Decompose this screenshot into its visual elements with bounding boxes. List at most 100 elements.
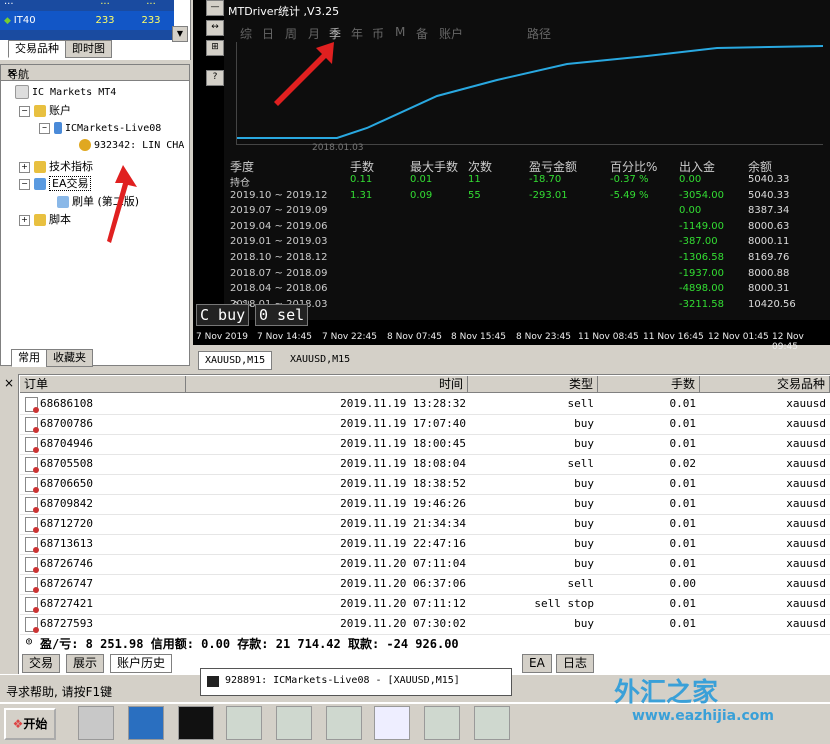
table-row[interactable]: 68727421 2019.11.20 07:11:12 sell stop 0.01… xyxy=(20,594,830,615)
cell-time: 2019.11.19 13:28:32 xyxy=(340,397,466,410)
tab-exposure[interactable]: 展示 xyxy=(66,654,105,673)
table-row[interactable]: 68686108 2019.11.19 13:28:32 sell 0.01 xauus… xyxy=(20,394,830,415)
mt4-icon[interactable] xyxy=(178,706,214,740)
powershell-icon[interactable] xyxy=(128,706,164,740)
table-row[interactable]: 68704946 2019.11.19 18:00:45 buy 0.01 xauusd xyxy=(20,434,830,455)
header-symbol[interactable]: 交易品种 xyxy=(700,376,830,393)
close-icon[interactable]: × xyxy=(7,66,186,79)
expand-icon[interactable]: + xyxy=(19,161,30,173)
total-flow: -3211.58 xyxy=(679,299,724,310)
market-watch-row[interactable]: ◆ IT40 233 233 xyxy=(0,11,188,30)
help-icon[interactable]: ? xyxy=(206,70,224,86)
toolbar-button[interactable]: ↔ xyxy=(206,20,224,36)
column-header: 盈亏金额 xyxy=(529,160,578,174)
header-lots[interactable]: 手数 xyxy=(598,376,700,393)
stats-cell: 55 xyxy=(468,189,481,201)
tab-journal[interactable]: 日志 xyxy=(556,654,595,673)
header-time[interactable]: 时间 xyxy=(186,376,468,393)
start-button[interactable]: ❖开始 xyxy=(4,708,56,740)
header-order[interactable]: 订单 xyxy=(20,376,186,393)
tab-favorites[interactable]: 收藏夹 xyxy=(46,349,93,367)
toolbar-button[interactable]: — xyxy=(206,0,224,16)
cell-type: sell stop xyxy=(534,597,594,610)
stats-cell: -3054.00 xyxy=(679,189,724,201)
cell-order: 68727421 xyxy=(40,597,93,610)
expand-icon[interactable]: + xyxy=(19,214,30,226)
tree-expert-advisors[interactable]: − EA交易 xyxy=(19,175,92,191)
collapse-icon[interactable]: − xyxy=(39,122,50,134)
stats-cell: 0.00 xyxy=(679,205,702,217)
collapse-icon[interactable]: − xyxy=(19,178,30,190)
taskbar-preview-popup[interactable]: 928891: ICMarkets-Live08 - [XAUUSD,M15] xyxy=(200,668,512,696)
user-icon xyxy=(79,139,91,151)
x-tick: 7 Nov 22:45 xyxy=(322,332,377,342)
summary-icon: ◎ xyxy=(26,636,33,647)
stats-cell: 10420.56 xyxy=(748,298,796,310)
tree-account-server[interactable]: − ICMarkets-Live08 xyxy=(39,122,161,134)
app-window-icon[interactable] xyxy=(326,706,362,740)
stats-cell: 0.11 xyxy=(350,174,373,185)
header-type[interactable]: 类型 xyxy=(468,376,598,393)
order-icon xyxy=(25,497,39,513)
cell-lots: 0.01 xyxy=(669,497,697,510)
tree-root[interactable]: IC Markets MT4 xyxy=(15,85,116,99)
table-row[interactable]: 68726747 2019.11.20 06:37:06 sell 0.00 xauus… xyxy=(20,574,830,595)
tab-account-history[interactable]: 账户历史 xyxy=(110,654,173,673)
stats-cell: 0.01 xyxy=(410,174,433,185)
table-row[interactable]: 68705508 2019.11.19 18:08:04 sell 0.02 xauus… xyxy=(20,454,830,475)
table-row[interactable]: 68709842 2019.11.19 19:46:26 buy 0.01 xauusd xyxy=(20,494,830,515)
table-row[interactable]: 68700786 2019.11.19 17:07:40 buy 0.01 xauusd xyxy=(20,414,830,435)
table-row[interactable]: 68727593 2019.11.20 07:30:02 buy 0.01 xauusd xyxy=(20,614,830,635)
period-tab[interactable]: 综 xyxy=(240,25,252,42)
stats-cell: 8387.34 xyxy=(748,205,790,217)
tree-indicators[interactable]: + 技术指标 xyxy=(19,158,93,174)
app-window-icon[interactable] xyxy=(374,706,410,740)
table-row[interactable]: 68706650 2019.11.19 18:38:52 buy 0.01 xauusd xyxy=(20,474,830,495)
market-watch-row[interactable]: ... ... ... xyxy=(0,0,188,11)
chart-tab-active[interactable]: XAUUSD,M15 xyxy=(198,351,273,370)
period-tab[interactable]: 备 xyxy=(416,25,428,42)
cell-lots: 0.01 xyxy=(669,417,697,430)
cell-time: 2019.11.19 22:47:16 xyxy=(340,537,466,550)
tab-symbols[interactable]: 交易品种 xyxy=(8,40,66,58)
x-tick: 11 Nov 16:45 xyxy=(643,332,704,342)
server-manager-icon[interactable] xyxy=(78,706,114,740)
table-row[interactable]: 68712720 2019.11.19 21:34:34 buy 0.01 xauusd xyxy=(20,514,830,535)
path-tab[interactable]: 路径 xyxy=(527,25,551,42)
column-header: 百分比% xyxy=(610,160,658,174)
app-window-icon[interactable] xyxy=(474,706,510,740)
period-tab[interactable]: 账户 xyxy=(439,25,463,42)
tab-experts[interactable]: EA xyxy=(522,654,552,673)
tab-trade[interactable]: 交易 xyxy=(22,654,61,673)
cell-time: 2019.11.19 17:07:40 xyxy=(340,417,466,430)
toolbar-button[interactable]: ⊞ xyxy=(206,40,224,56)
app-window-icon[interactable] xyxy=(276,706,312,740)
cell-type: sell xyxy=(567,457,595,470)
table-row[interactable]: 68726746 2019.11.20 07:11:04 buy 0.01 xauusd xyxy=(20,554,830,575)
app-icon xyxy=(207,676,219,687)
collapse-icon[interactable]: − xyxy=(19,105,30,117)
tree-scripts[interactable]: + 脚本 xyxy=(19,211,71,227)
chart-tab[interactable]: XAUUSD,M15 xyxy=(284,351,356,368)
period-tab[interactable]: 年 xyxy=(351,25,363,42)
scrollbar[interactable]: ▼ xyxy=(172,26,188,42)
market-watch-row[interactable]: ... ... ... xyxy=(0,30,188,40)
cell-type: buy xyxy=(574,517,594,530)
cell-time: 2019.11.19 19:46:26 xyxy=(340,497,466,510)
tree-accounts[interactable]: − 账户 xyxy=(19,102,71,118)
sell-button[interactable]: 0 sel xyxy=(255,304,309,326)
app-window-icon[interactable] xyxy=(226,706,262,740)
buy-button[interactable]: C buy xyxy=(196,304,250,326)
close-icon[interactable]: × xyxy=(4,376,14,390)
tab-tick-chart[interactable]: 即时图 xyxy=(65,40,112,58)
stats-cell: 0.09 xyxy=(410,189,433,201)
tab-common[interactable]: 常用 xyxy=(11,349,47,367)
column-header: 余额 xyxy=(748,160,773,174)
period-tab[interactable]: 币 xyxy=(372,25,384,42)
tree-account-user[interactable]: 932342: LIN CHA xyxy=(79,139,184,151)
period-tab[interactable]: M xyxy=(395,25,405,39)
cell-order: 68713613 xyxy=(40,537,93,550)
app-window-icon[interactable] xyxy=(424,706,460,740)
cell-type: buy xyxy=(574,537,594,550)
table-row[interactable]: 68713613 2019.11.19 22:47:16 buy 0.01 xauusd xyxy=(20,534,830,555)
